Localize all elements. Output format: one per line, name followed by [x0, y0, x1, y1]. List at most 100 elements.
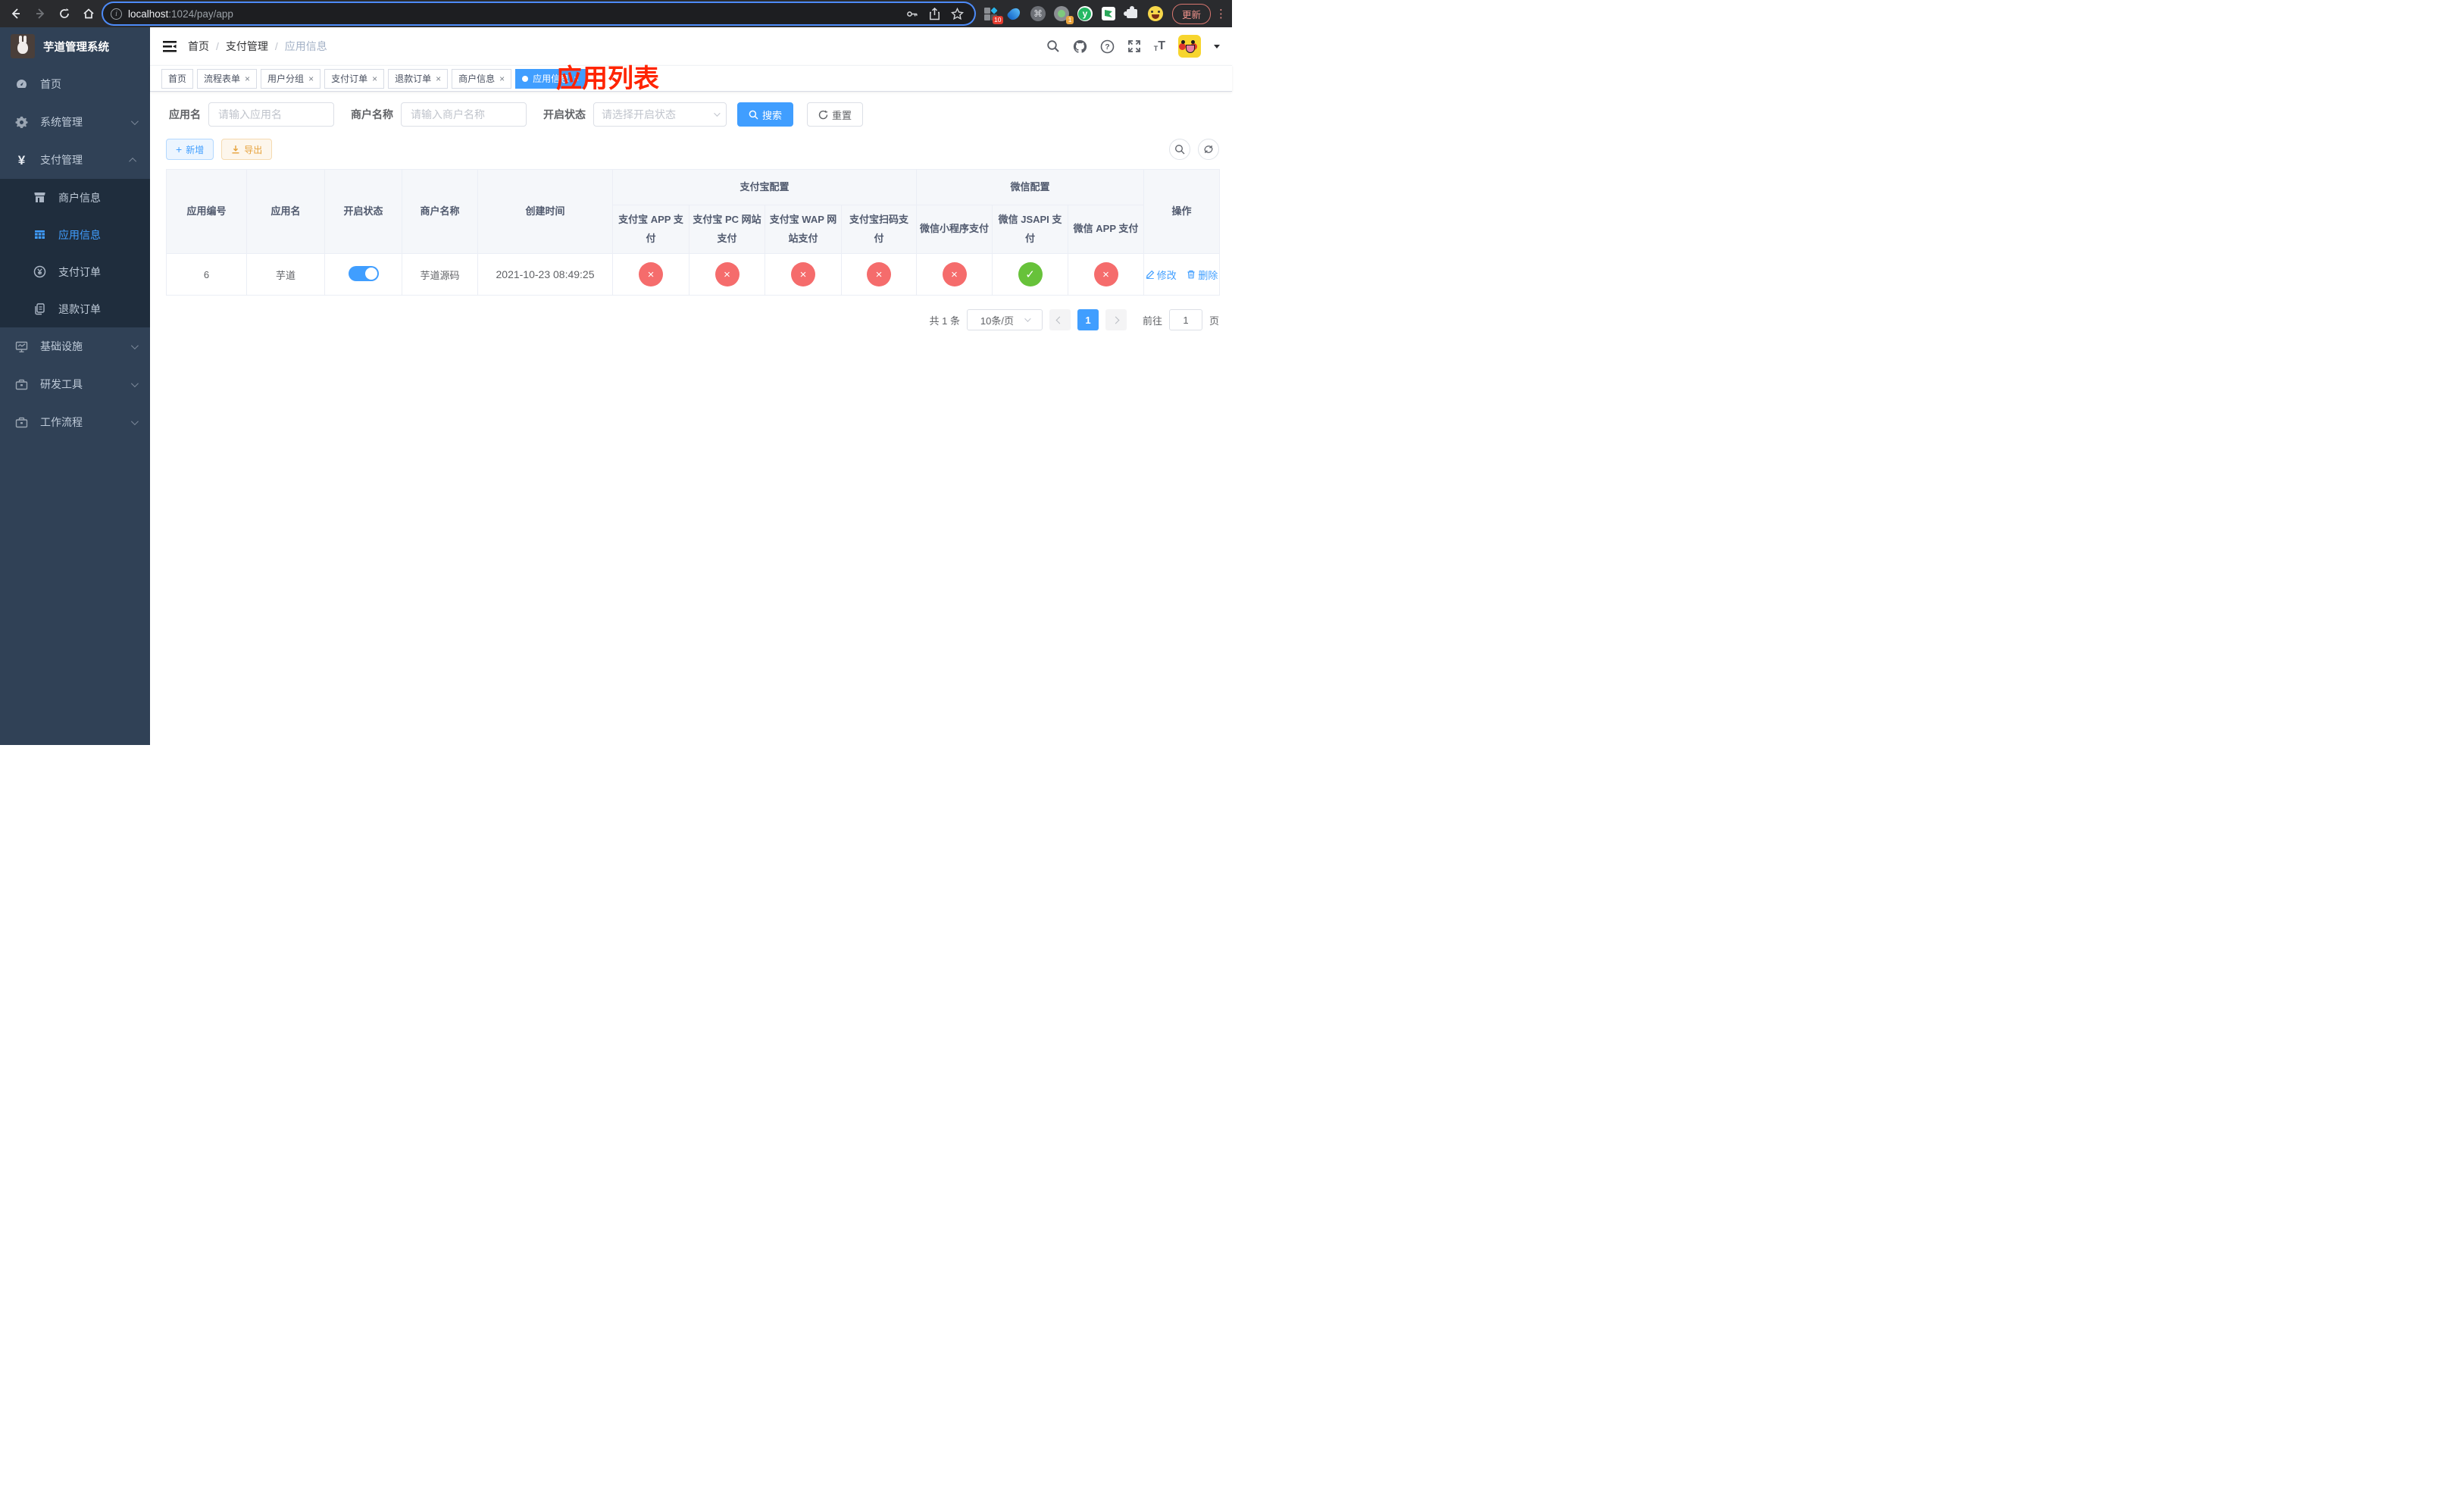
- sidebar-item-workflow[interactable]: 工作流程: [0, 403, 150, 441]
- app-name-input[interactable]: [208, 102, 334, 127]
- extension-badge: 10: [992, 15, 1003, 24]
- refresh-table-button[interactable]: [1198, 139, 1219, 160]
- app-table: 应用编号 应用名 开启状态 商户名称 创建时间 支付宝配置 微信配置 操作 支付…: [166, 169, 1221, 296]
- close-icon[interactable]: ×: [372, 74, 377, 84]
- col-app-id: 应用编号: [166, 169, 247, 254]
- green-note-extension-icon[interactable]: [1101, 6, 1116, 21]
- app-name-label: 应用名: [169, 108, 201, 121]
- close-icon[interactable]: ×: [308, 74, 314, 84]
- download-icon: [232, 146, 239, 154]
- table-row: 6 芋道 芋道源码 2021-10-23 08:49:25 × × × × ×: [166, 253, 1221, 296]
- bookmark-star-icon[interactable]: [950, 7, 964, 20]
- refresh-icon: [818, 110, 828, 119]
- url-bar[interactable]: i localhost:1024/pay/app: [103, 3, 974, 24]
- cell-alipay-qr: ×: [840, 253, 918, 296]
- tag-refund-order[interactable]: 退款订单 ×: [388, 68, 449, 89]
- breadcrumb-payment[interactable]: 支付管理: [226, 39, 268, 54]
- edit-pencil-icon: [1146, 270, 1154, 279]
- export-button[interactable]: 导出: [221, 139, 273, 160]
- avatar[interactable]: [1178, 35, 1201, 58]
- forward-icon[interactable]: [30, 4, 50, 23]
- extension-grid-icon[interactable]: 10: [983, 6, 1003, 24]
- password-key-icon[interactable]: [905, 8, 918, 20]
- toolbox-icon: [15, 379, 28, 390]
- back-icon[interactable]: [6, 4, 26, 23]
- collapse-sidebar-icon[interactable]: [162, 39, 177, 54]
- search-button[interactable]: 搜索: [737, 102, 794, 127]
- goto-page-input[interactable]: [1168, 309, 1202, 330]
- sidebar-logo-row[interactable]: 芋道管理系统: [0, 27, 150, 65]
- browser-update-button[interactable]: 更新: [1171, 3, 1211, 24]
- help-icon[interactable]: ?: [1100, 39, 1115, 54]
- close-icon[interactable]: ×: [245, 74, 250, 84]
- delete-link[interactable]: 删除: [1187, 268, 1218, 282]
- sidebar-item-refund-order[interactable]: 退款订单: [0, 290, 150, 327]
- topbar: 首页 / 支付管理 / 应用信息 ? TT: [150, 27, 1232, 65]
- emoji-profile-icon[interactable]: [1147, 6, 1163, 21]
- goto-label: 前往: [1142, 315, 1162, 327]
- chevron-down-icon: [130, 417, 139, 425]
- site-info-icon[interactable]: i: [111, 8, 122, 20]
- merchant-name-input[interactable]: [401, 102, 527, 127]
- chevron-down-icon: [1024, 315, 1031, 322]
- page-number-1[interactable]: 1: [1077, 309, 1099, 330]
- status-select[interactable]: 请选择开启状态: [593, 102, 727, 127]
- extensions-puzzle-icon[interactable]: [1123, 6, 1140, 21]
- cell-wx-app: ×: [1068, 253, 1145, 296]
- breadcrumb-current: 应用信息: [284, 40, 327, 52]
- col-create-time: 创建时间: [477, 169, 613, 254]
- browser-menu-icon[interactable]: ⋮: [1215, 8, 1227, 20]
- github-icon[interactable]: [1073, 39, 1087, 54]
- prev-page-button[interactable]: [1049, 309, 1071, 330]
- app-title: 芋道管理系统: [43, 41, 109, 54]
- font-size-icon[interactable]: TT: [1154, 40, 1165, 52]
- tag-user-group[interactable]: 用户分组 ×: [261, 68, 321, 89]
- svg-text:?: ?: [1105, 42, 1109, 52]
- cell-app-id: 6: [166, 253, 247, 296]
- sidebar-item-home[interactable]: 首页: [0, 65, 150, 103]
- tag-pay-order[interactable]: 支付订单 ×: [324, 68, 385, 89]
- sidebar-item-payment[interactable]: ¥ 支付管理: [0, 141, 150, 179]
- sidebar-item-app-info[interactable]: 应用信息: [0, 216, 150, 253]
- close-icon[interactable]: ×: [436, 74, 441, 84]
- plus-icon: +: [176, 143, 183, 155]
- sidebar-item-infrastructure[interactable]: 基础设施: [0, 327, 150, 365]
- share-icon[interactable]: [929, 7, 940, 20]
- add-button[interactable]: + 新增: [166, 139, 214, 160]
- sidebar-item-system[interactable]: 系统管理: [0, 103, 150, 141]
- col-status: 开启状态: [324, 169, 402, 254]
- tag-home[interactable]: 首页: [161, 68, 194, 89]
- tag-merchant-info[interactable]: 商户信息 ×: [452, 68, 512, 89]
- cell-create-time: 2021-10-23 08:49:25: [477, 253, 613, 296]
- avatar-caret-icon[interactable]: [1214, 44, 1220, 49]
- next-page-button[interactable]: [1105, 309, 1127, 330]
- breadcrumb-home[interactable]: 首页: [188, 39, 209, 54]
- command-extension-icon[interactable]: ⌘: [1030, 6, 1046, 21]
- page-size-select[interactable]: 10条/页: [966, 309, 1043, 330]
- col-alipay-qr: 支付宝扫码支付: [840, 205, 918, 254]
- reload-icon[interactable]: [55, 4, 74, 23]
- yuque-extension-icon[interactable]: y: [1077, 6, 1093, 21]
- toggle-search-button[interactable]: [1169, 139, 1190, 160]
- sidebar-item-merchant-info[interactable]: 商户信息: [0, 179, 150, 216]
- cell-merchant: 芋道源码: [402, 253, 478, 296]
- reset-button[interactable]: 重置: [807, 102, 864, 127]
- cell-status: [324, 253, 402, 296]
- status-label: 开启状态: [543, 108, 586, 121]
- close-icon[interactable]: ×: [499, 74, 505, 84]
- page-suffix: 页: [1209, 315, 1219, 327]
- fullscreen-icon[interactable]: [1127, 39, 1141, 53]
- status-toggle[interactable]: [348, 265, 379, 281]
- recorder-extension-icon[interactable]: 1: [1053, 6, 1074, 24]
- status-error-icon: ×: [791, 262, 815, 286]
- kite-extension-icon[interactable]: [1006, 5, 1023, 22]
- sidebar-item-pay-order[interactable]: 支付订单: [0, 253, 150, 290]
- home-icon[interactable]: [79, 4, 98, 23]
- sidebar-item-dev-tools[interactable]: 研发工具: [0, 365, 150, 403]
- tag-process-form[interactable]: 流程表单 ×: [197, 68, 258, 89]
- status-error-icon: ×: [942, 262, 967, 286]
- edit-link[interactable]: 修改: [1146, 268, 1177, 282]
- table-toolbar: + 新增 导出: [166, 139, 1219, 160]
- header-search-icon[interactable]: [1046, 39, 1060, 53]
- screen: i localhost:1024/pay/app 10 ⌘ 1 y 更新 ⋮ 芋…: [0, 0, 1232, 745]
